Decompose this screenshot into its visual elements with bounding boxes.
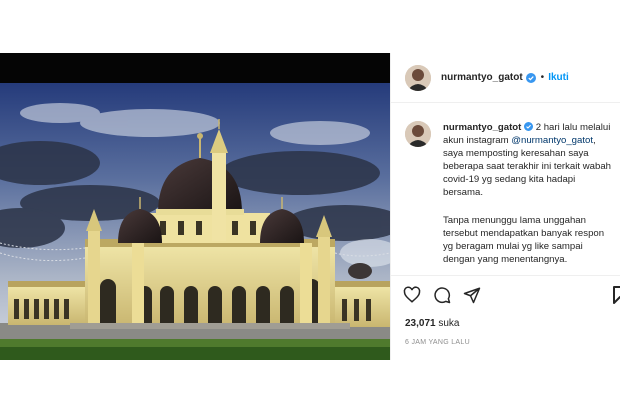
likes-count[interactable]: 23,071 suka: [405, 318, 460, 329]
separator-dot: •: [540, 72, 545, 83]
caption-avatar[interactable]: [405, 121, 431, 147]
likes-number: 23,071: [405, 318, 436, 329]
share-icon[interactable]: [463, 286, 481, 304]
caption-text: nurmantyo_gatot 2 hari lalu melalui akun…: [443, 121, 615, 266]
profile-photo: [405, 121, 431, 147]
post-side-panel: nurmantyo_gatot • Ikuti nurmantyo_gatot: [390, 53, 620, 360]
post-author-username[interactable]: nurmantyo_gatot: [441, 72, 523, 83]
verified-badge-icon: [524, 122, 534, 131]
follow-button[interactable]: Ikuti: [548, 72, 569, 83]
caption-mention-link[interactable]: @nurmantyo_gatot: [511, 135, 593, 146]
likes-label: suka: [438, 318, 460, 329]
profile-photo: [405, 64, 431, 91]
action-icons: [403, 286, 481, 304]
mosque-photo: [0, 53, 390, 360]
post-photo[interactable]: [0, 53, 390, 360]
avatar[interactable]: [405, 64, 431, 91]
post-header: nurmantyo_gatot • Ikuti: [391, 53, 620, 103]
verified-badge-icon: [525, 72, 536, 83]
post-timestamp[interactable]: 6 JAM YANG LALU: [405, 339, 470, 346]
instagram-post: nurmantyo_gatot • Ikuti nurmantyo_gatot: [0, 53, 620, 360]
caption-username[interactable]: nurmantyo_gatot: [443, 122, 521, 133]
heart-icon[interactable]: [403, 286, 421, 304]
comment-icon[interactable]: [433, 286, 451, 304]
post-caption: nurmantyo_gatot 2 hari lalu melalui akun…: [405, 121, 615, 266]
post-actions: 23,071 suka 6 JAM YANG LALU: [391, 275, 620, 360]
bookmark-icon[interactable]: [613, 286, 620, 304]
caption-paragraph2: Tanpa menunggu lama unggahan tersebut me…: [443, 215, 605, 265]
